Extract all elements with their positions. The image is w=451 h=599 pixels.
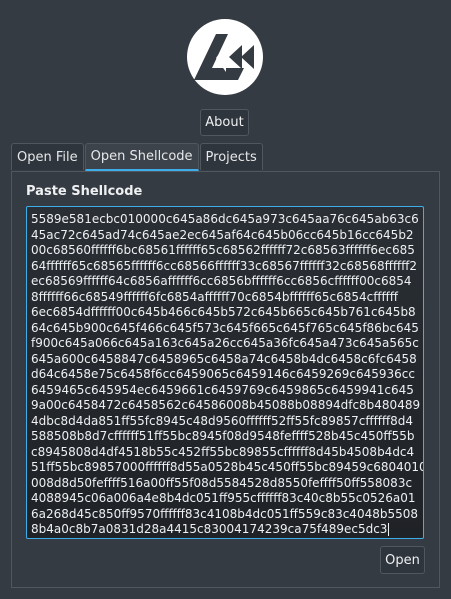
shellcode-line: 6ec6854dffffff00c645b466c645b572c645b665… — [31, 305, 416, 319]
shellcode-line: 9a00c6458472c6458562c64586008b45088b0889… — [31, 398, 421, 412]
shellcode-line: 64ffffff65c68565ffffff6cc68566ffffff33c6… — [31, 258, 418, 273]
shellcode-line: 4088945c06a006a4e8b4dc051ff955cffffff83c… — [31, 491, 416, 505]
shellcode-line: 5589e581ecbc010000c645a86dc645a973c645aa… — [31, 212, 419, 226]
shellcode-line: 588508b8d7cffffff51ff55bc8945f08d9548fef… — [31, 429, 415, 443]
tab-open-shellcode[interactable]: Open Shellcode — [84, 143, 199, 171]
shellcode-line: 6459465c645954ec6459661c6459769c6459865c… — [31, 382, 414, 397]
tab-open-file[interactable]: Open File — [11, 143, 84, 170]
shellcode-line: 51ff55bc89857000ffffff8d55a0528b45c450ff… — [31, 460, 424, 474]
tab-bar: Open File Open Shellcode Projects — [11, 143, 264, 171]
shellcode-line: ec68569ffffff64c6856affffff6cc6856bfffff… — [31, 274, 412, 288]
shellcode-textarea[interactable]: 5589e581ecbc010000c645a86dc645a973c645aa… — [26, 206, 424, 539]
app-logo-icon — [186, 18, 264, 96]
open-button[interactable]: Open — [380, 546, 425, 574]
shellcode-line-last: 8b4a0c8b7a0831d28a4415c83004174239ca75f4… — [31, 522, 419, 538]
app-window: About Open File Open Shellcode Projects … — [0, 0, 451, 599]
paste-shellcode-label: Paste Shellcode — [26, 184, 143, 199]
shellcode-line: 645a600c6458847c6458965c6458a74c6458b4dc… — [31, 351, 417, 366]
shellcode-line: 64c645b900c645f466c645f573c645f665c645f7… — [31, 320, 419, 335]
shellcode-line: 00c68560ffffff6bc68561ffffff65c68562ffff… — [31, 243, 415, 257]
shellcode-line: c8945808d4df4518b55c452ff55bc89855cfffff… — [31, 444, 415, 459]
shellcode-line: 8ffffff66c68549ffffff6fc6854affffff70c68… — [31, 289, 399, 304]
tab-projects[interactable]: Projects — [199, 143, 263, 170]
shellcode-line: 45ac72c645ad74c645ae2ec645af64c645b06cc6… — [31, 227, 414, 242]
text-caret — [388, 523, 390, 536]
shellcode-line: d64c6458e75c6458f6cc6459065c6459146c6459… — [31, 367, 415, 381]
shellcode-line: 4dbc8d4da851ff55fc8945c48d9560ffffff52ff… — [31, 413, 414, 428]
shellcode-line: 6a268d45c850ff9570ffffff83c4108b4dc051ff… — [31, 506, 418, 521]
about-button[interactable]: About — [200, 109, 249, 136]
shellcode-line-text: 8b4a0c8b7a0831d28a4415c83004174239ca75f4… — [31, 522, 388, 536]
shellcode-line: 008d8d50feffff516a00ff55f08d5584528d8550… — [31, 475, 413, 490]
shellcode-line: f900c645a066c645a163c645a26cc645a36fc645… — [31, 336, 419, 350]
